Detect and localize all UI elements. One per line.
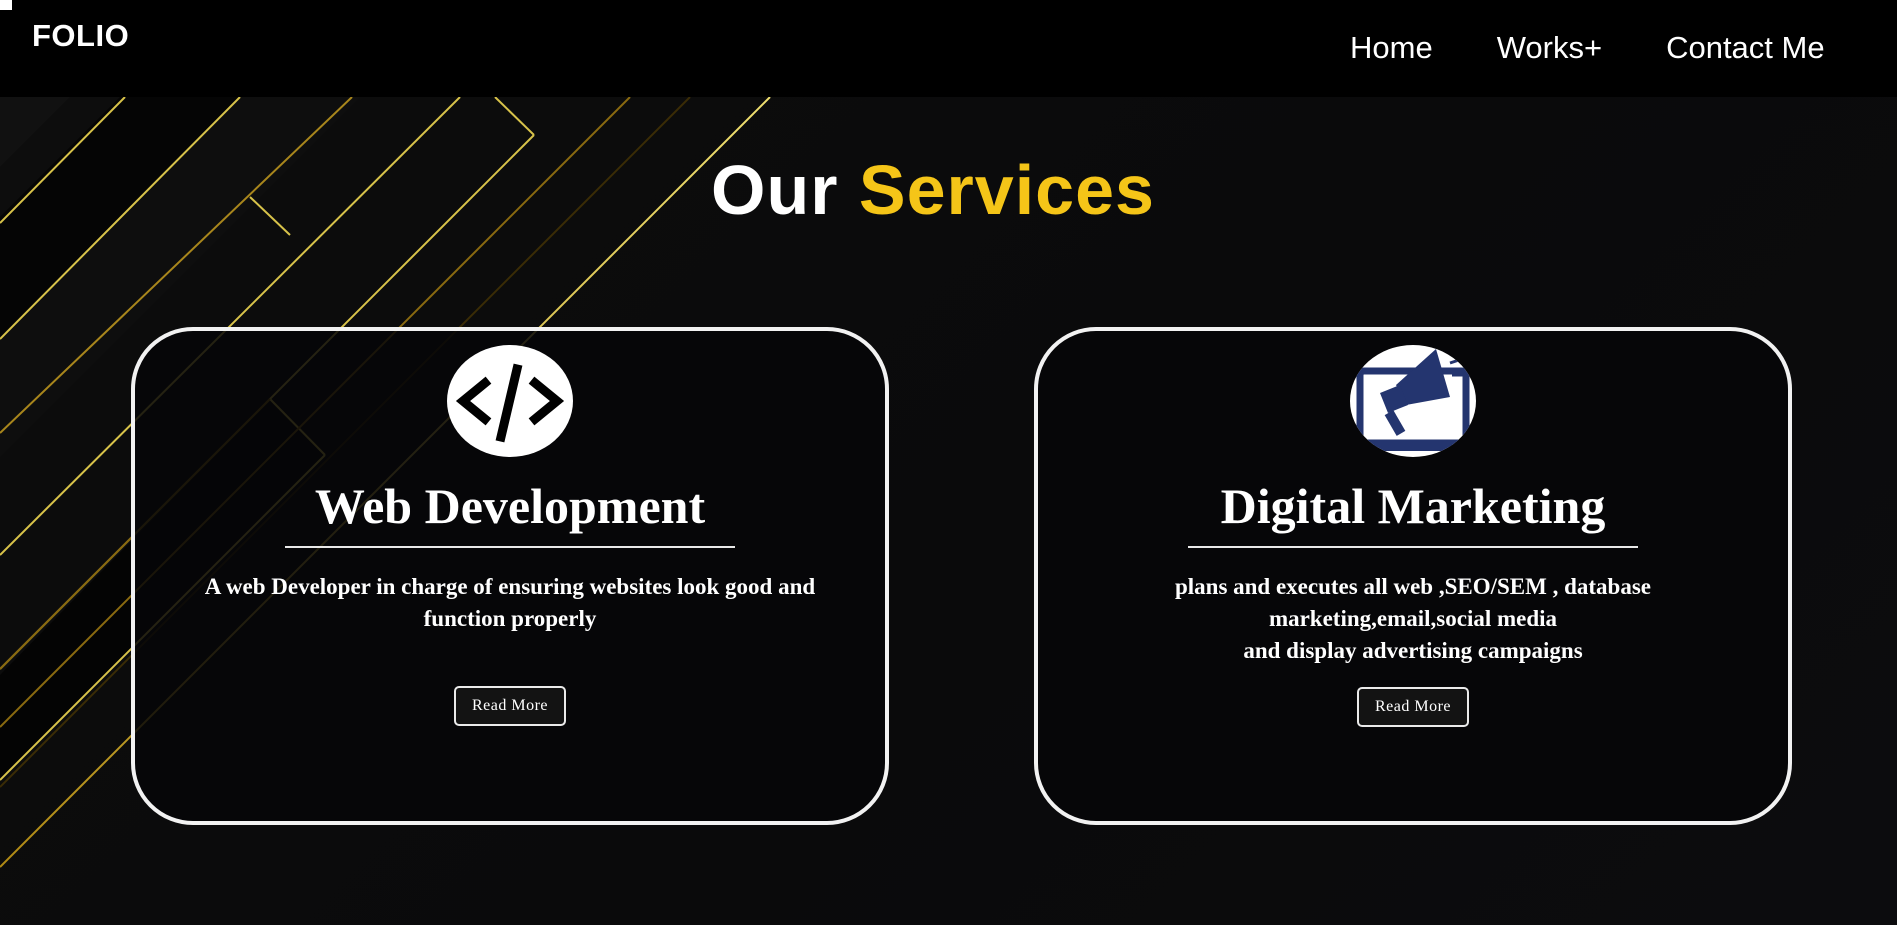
description-line: plans and executes all web ,SEO/SEM , da…	[1174, 574, 1652, 631]
nav-contact-link[interactable]: Contact Me	[1666, 30, 1825, 66]
megaphone-icon	[1350, 345, 1476, 457]
description-line: A web Developer in charge of ensuring we…	[204, 574, 816, 631]
service-card-web-development: Web Development A web Developer in charg…	[131, 327, 889, 825]
main-nav: Home Works+ Contact Me	[1350, 30, 1825, 66]
corner-marker	[0, 0, 12, 10]
site-logo[interactable]: FOLIO	[32, 18, 129, 54]
divider	[285, 546, 735, 548]
description-line: and display advertising campaigns	[1243, 638, 1583, 663]
nav-works-link[interactable]: Works+	[1497, 30, 1602, 66]
services-heading-prefix: Our	[711, 151, 839, 229]
read-more-button[interactable]: Read More	[1357, 687, 1469, 727]
service-description: A web Developer in charge of ensuring we…	[175, 571, 845, 635]
divider	[1188, 546, 1638, 548]
services-heading-accent: Services	[858, 151, 1155, 229]
top-navbar: FOLIO Home Works+ Contact Me	[0, 0, 1897, 97]
nav-home-link[interactable]: Home	[1350, 30, 1433, 66]
service-card-digital-marketing: Digital Marketing plans and executes all…	[1034, 327, 1792, 825]
read-more-button[interactable]: Read More	[454, 686, 566, 726]
services-heading: Our Services	[0, 155, 1866, 225]
code-icon	[447, 345, 573, 457]
service-title: Web Development	[314, 478, 706, 534]
service-title: Digital Marketing	[1220, 478, 1606, 534]
services-section: Our Services Web Development A web Devel…	[0, 97, 1897, 925]
page: FOLIO Home Works+ Contact Me Our Service…	[0, 0, 1897, 925]
service-description: plans and executes all web ,SEO/SEM , da…	[1078, 571, 1748, 667]
